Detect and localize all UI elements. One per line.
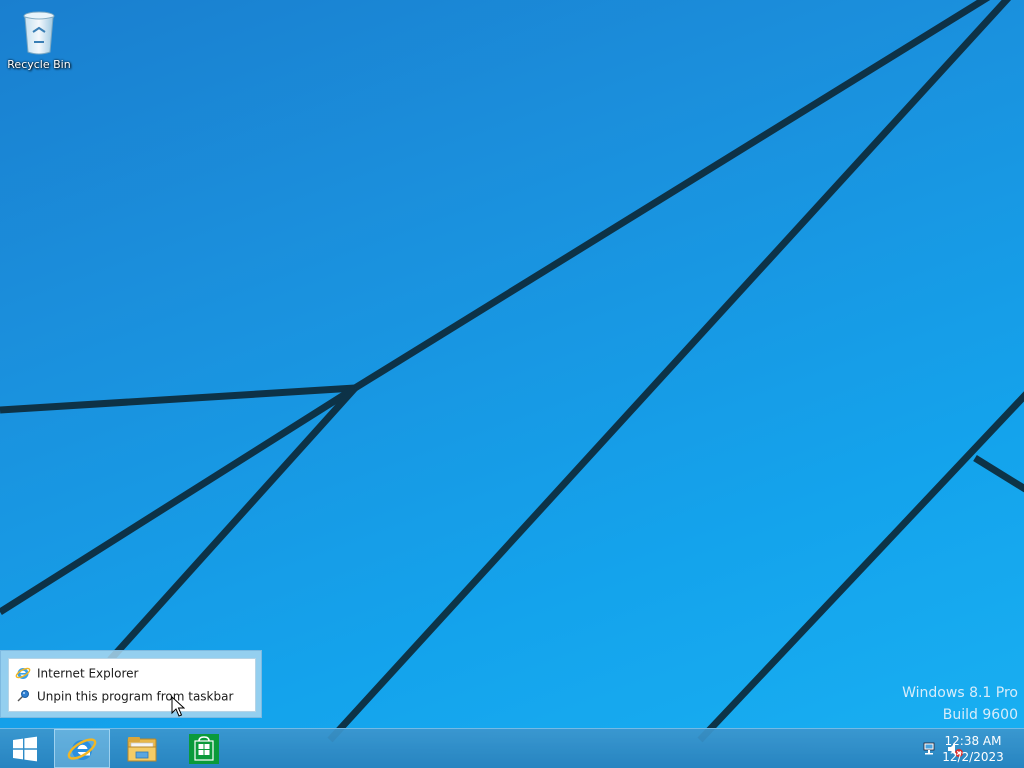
taskbar-clock[interactable]: 12:38 AM 12/2/2023 (938, 733, 1008, 765)
windows-edition-text: Windows 8.1 Pro (902, 685, 1018, 701)
store-icon (189, 734, 219, 764)
taskbar-store[interactable] (176, 729, 232, 768)
jump-item-internet-explorer[interactable]: Internet Explorer (15, 663, 138, 683)
internet-explorer-icon (67, 738, 97, 760)
windows-logo-icon (13, 736, 37, 762)
taskbar-file-explorer[interactable] (114, 729, 170, 768)
mouse-cursor-icon (171, 696, 185, 717)
file-explorer-icon (127, 737, 157, 762)
jump-item-label: Internet Explorer (37, 666, 139, 681)
recycle-bin-label: Recycle Bin (7, 58, 71, 71)
unpin-icon (15, 688, 31, 704)
taskbar: 12:38 AM 12/2/2023 (0, 728, 1024, 768)
jump-list-panel: Internet Explorer Unpin this program fro… (8, 658, 256, 712)
clock-date: 12/2/2023 (942, 750, 1004, 764)
recycle-bin-icon (23, 11, 55, 55)
start-button[interactable] (0, 729, 50, 768)
jump-item-label: Unpin this program from taskbar (37, 689, 234, 704)
windows-build-text: Build 9600 (942, 707, 1018, 723)
clock-time: 12:38 AM (944, 734, 1002, 748)
internet-explorer-icon (15, 665, 31, 681)
system-tray: 12:38 AM 12/2/2023 (884, 729, 1024, 768)
windows-version-watermark: Windows 8.1 Pro Build 9600 (902, 682, 1018, 726)
jump-item-unpin[interactable]: Unpin this program from taskbar (15, 686, 233, 706)
taskbar-jump-list: Internet Explorer Unpin this program fro… (0, 650, 262, 718)
desktop[interactable]: Recycle Bin Windows 8.1 Pro Build 9600 I… (0, 0, 1024, 768)
taskbar-internet-explorer[interactable] (54, 729, 110, 768)
recycle-bin-shortcut[interactable]: Recycle Bin (4, 6, 74, 74)
